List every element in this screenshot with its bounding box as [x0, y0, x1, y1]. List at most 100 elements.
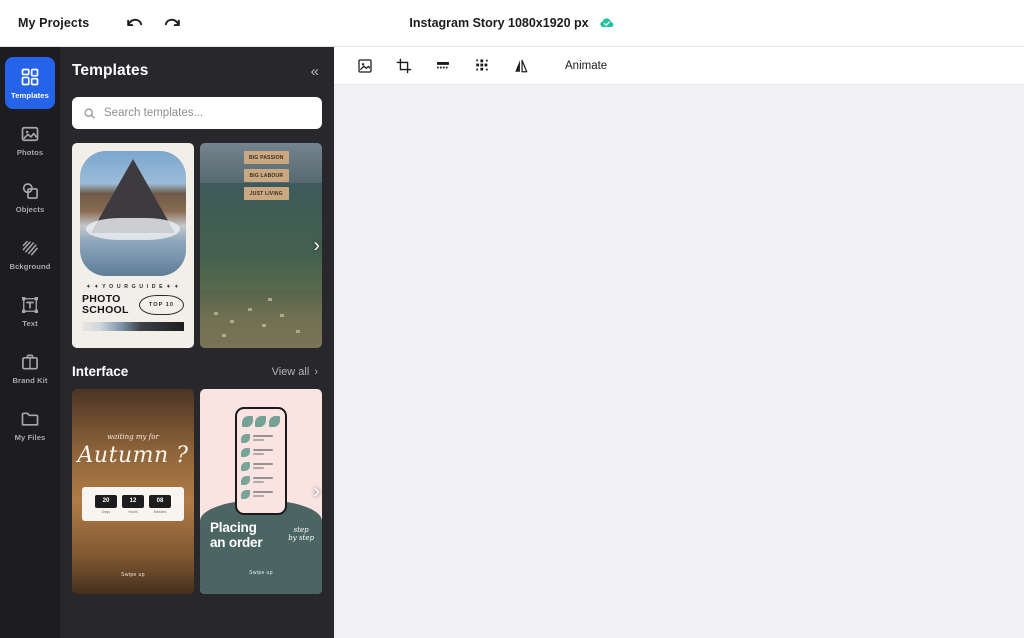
redo-button[interactable] — [161, 12, 183, 34]
countdown-unit: 20 Days — [95, 494, 117, 514]
featured-next-arrow[interactable]: › — [314, 236, 320, 255]
document-title[interactable]: Instagram Story 1080x1920 px — [409, 16, 588, 30]
canvas-area[interactable]: Magnolia $15.00 Rose Bouquet $25.00 — [334, 85, 1024, 638]
sidebar-item-brand-kit[interactable]: Brand Kit — [5, 342, 55, 394]
snow-shape — [86, 218, 180, 240]
brand-kit-icon — [22, 354, 38, 369]
objects-icon — [22, 182, 38, 199]
interface-templates-grid: waiting my for Autumn ? 20 Days 12 Hours — [72, 389, 322, 594]
view-all-label: View all — [271, 365, 310, 378]
template-card-placing-an-order[interactable]: Placing an order step by step Swipe up — [200, 389, 322, 594]
leaf-icon — [242, 416, 254, 427]
position-button[interactable] — [348, 52, 382, 80]
animate-button[interactable]: Animate — [557, 55, 615, 77]
town-band — [200, 290, 322, 348]
context-toolbar: Animate — [334, 47, 1024, 85]
top-10-badge: TOP 10 — [138, 295, 184, 315]
countdown-caption: Minutes — [153, 509, 167, 514]
cloud-saved-button[interactable] — [599, 15, 615, 31]
mini-accent-line-2: by step — [288, 534, 314, 542]
flip-icon — [515, 59, 528, 72]
mini-accent-text: step by step — [288, 526, 314, 542]
countdown-value: 08 — [149, 494, 171, 508]
mini-title: Placing an order — [210, 520, 263, 550]
mini-list-item — [237, 431, 285, 445]
sidebar-item-text[interactable]: Text — [5, 285, 55, 337]
my-projects-link[interactable]: My Projects — [18, 16, 89, 30]
sidebar-item-photos[interactable]: Photos — [5, 114, 55, 166]
photo-school-image — [80, 151, 186, 276]
effects-button[interactable] — [465, 52, 499, 80]
countdown-caption: Hours — [128, 509, 138, 514]
sidebar-item-background[interactable]: Bckground — [5, 228, 55, 280]
sidebar-item-label: Photos — [16, 147, 44, 157]
effects-icon — [476, 58, 488, 71]
template-card-photo-school[interactable]: ✦ ✦ Y O U R G U I D E ✦ ✦ PHOTO SCHOOL T… — [72, 143, 194, 348]
leaf-icon — [241, 489, 250, 499]
frame-icon — [437, 61, 449, 68]
mini-list-item — [237, 487, 285, 501]
countdown-caption: Days — [101, 509, 111, 514]
chevron-right-icon: › — [314, 365, 318, 378]
autumn-script-small: waiting my for — [107, 433, 159, 441]
mini-list-item — [237, 445, 285, 459]
template-card-autumn[interactable]: waiting my for Autumn ? 20 Days 12 Hours — [72, 389, 194, 594]
collapse-panel-button[interactable]: « — [311, 64, 319, 79]
mini-phone-mockup — [235, 407, 287, 515]
valley-label: BIG PASSION — [244, 151, 289, 164]
interface-next-arrow[interactable]: › — [314, 482, 320, 501]
sidebar-item-label: Objects — [15, 204, 45, 214]
template-card-valley[interactable]: BIG PASSION BIG LABOUR JUST LIVING — [200, 143, 322, 348]
mini-list-item — [237, 459, 285, 473]
flip-button[interactable] — [504, 52, 538, 80]
countdown-unit: 08 Minutes — [149, 494, 171, 514]
sidebar-item-templates[interactable]: Templates — [5, 57, 55, 109]
countdown-card: 20 Days 12 Hours 08 Minutes — [82, 487, 184, 521]
interface-templates-row: waiting my for Autumn ? 20 Days 12 Hours — [60, 389, 334, 594]
sidebar-item-label: My Files — [14, 432, 46, 442]
leaf-icon — [241, 447, 250, 457]
featured-templates-row: ✦ ✦ Y O U R G U I D E ✦ ✦ PHOTO SCHOOL T… — [60, 143, 334, 348]
photos-icon — [21, 126, 39, 141]
templates-icon — [21, 68, 39, 85]
valley-label: JUST LIVING — [244, 187, 289, 200]
templates-panel: Templates « Search templates... ✦ ✦ Y O … — [60, 47, 334, 638]
search-wrapper — [60, 95, 334, 143]
view-all-link[interactable]: View all › — [272, 366, 318, 378]
stage: Animate — [334, 47, 1024, 638]
crop-icon — [396, 58, 412, 73]
countdown-unit: 12 Hours — [122, 494, 144, 514]
gradient-bar — [82, 322, 184, 331]
crop-button[interactable] — [387, 52, 421, 80]
mini-phone-hero — [237, 409, 285, 431]
undo-icon — [126, 18, 142, 26]
featured-templates-grid: ✦ ✦ Y O U R G U I D E ✦ ✦ PHOTO SCHOOL T… — [72, 143, 322, 348]
autumn-script-big: Autumn ? — [77, 443, 189, 468]
mini-accent-line-1: step — [293, 526, 309, 534]
mini-title-line-2: an order — [210, 535, 263, 550]
sidebar-item-my-files[interactable]: My Files — [5, 399, 55, 451]
countdown-value: 12 — [122, 494, 144, 508]
panel-header: Templates « — [60, 47, 334, 95]
sidebar-item-label: Brand Kit — [12, 375, 48, 385]
photo-school-heading: PHOTO SCHOOL — [82, 294, 129, 316]
interface-section-header: Interface View all › — [60, 348, 334, 389]
mini-title-line-1: Placing — [210, 520, 257, 535]
redo-icon — [164, 18, 180, 26]
top-bar: My Projects Instagram Story 1080x1920 px — [0, 0, 1024, 47]
sidebar-item-label: Bckground — [9, 261, 51, 271]
countdown-value: 20 — [95, 494, 117, 508]
photo-school-footer: PHOTO SCHOOL TOP 10 — [80, 290, 186, 316]
sidebar-item-objects[interactable]: Objects — [5, 171, 55, 223]
sidebar-item-label: Text — [22, 318, 38, 328]
valley-labels: BIG PASSION BIG LABOUR JUST LIVING — [244, 151, 289, 200]
text-icon — [22, 296, 38, 313]
panel-title: Templates — [72, 62, 149, 79]
mini-swipe-label: Swipe up — [249, 570, 273, 576]
frame-button[interactable] — [426, 52, 460, 80]
search-box[interactable] — [72, 97, 322, 129]
search-icon — [84, 108, 95, 119]
panel-scroll-area[interactable]: ✦ ✦ Y O U R G U I D E ✦ ✦ PHOTO SCHOOL T… — [60, 143, 334, 638]
undo-button[interactable] — [123, 12, 145, 34]
search-input[interactable] — [104, 107, 311, 119]
